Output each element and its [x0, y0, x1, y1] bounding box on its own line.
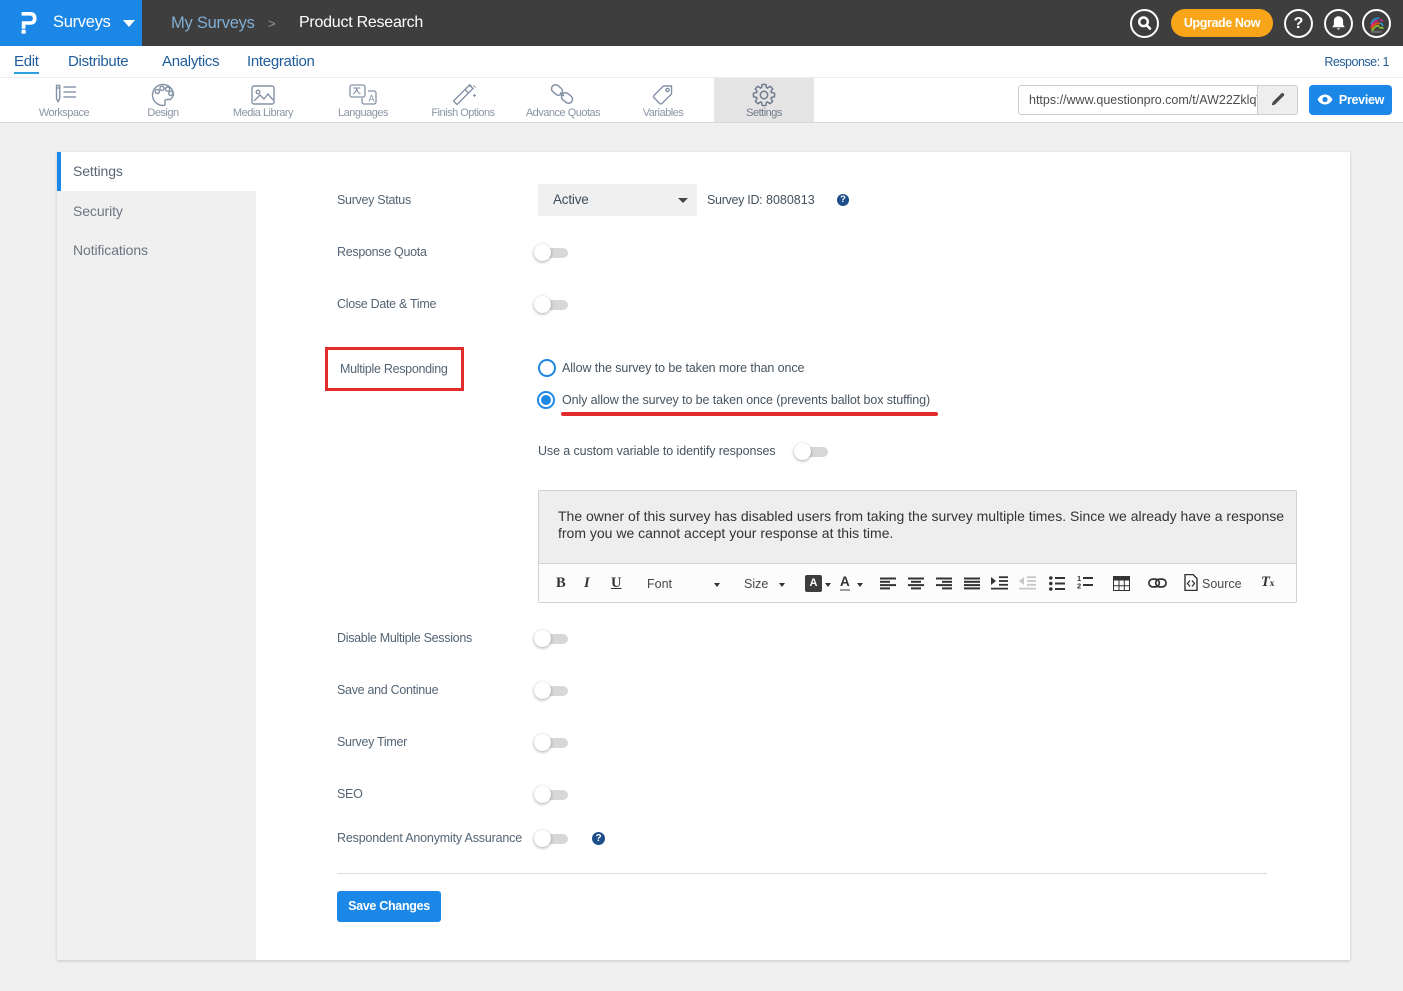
svg-text:A: A [369, 94, 375, 104]
svg-text:2: 2 [1077, 582, 1081, 591]
